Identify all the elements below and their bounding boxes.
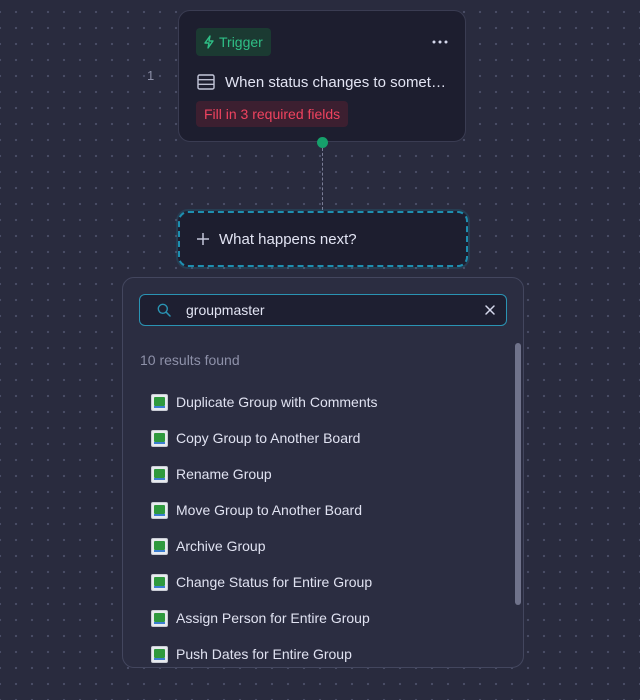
list-item[interactable]: Copy Group to Another Board (151, 420, 491, 456)
plus-icon (197, 233, 209, 245)
step-number: 1 (147, 68, 155, 83)
trigger-badge-label: Trigger (219, 34, 263, 50)
trigger-card[interactable]: Trigger When status changes to something… (178, 10, 466, 142)
result-label: Copy Group to Another Board (176, 430, 361, 446)
groupmaster-app-icon (151, 573, 168, 591)
results-scrollbar[interactable] (515, 343, 521, 605)
table-icon (197, 74, 215, 90)
trigger-badge: Trigger (196, 28, 271, 56)
result-label: Duplicate Group with Comments (176, 394, 378, 410)
trigger-row[interactable]: When status changes to something (197, 71, 447, 93)
result-label: Push Dates for Entire Group (176, 646, 352, 662)
add-next-step-button[interactable]: What happens next? (178, 211, 468, 267)
groupmaster-app-icon (151, 501, 168, 519)
close-icon[interactable] (484, 304, 496, 316)
result-label: Change Status for Entire Group (176, 574, 373, 590)
bolt-icon (204, 35, 214, 49)
trigger-title: When status changes to something (225, 73, 447, 91)
add-next-step-label: What happens next? (219, 230, 357, 248)
groupmaster-app-icon (151, 465, 168, 483)
groupmaster-app-icon (151, 429, 168, 447)
results-list: Duplicate Group with Comments Copy Group… (151, 384, 491, 667)
groupmaster-app-icon (151, 393, 168, 411)
list-item[interactable]: Rename Group (151, 456, 491, 492)
list-item[interactable]: Duplicate Group with Comments (151, 384, 491, 420)
action-search-panel: 10 results found Duplicate Group with Co… (122, 277, 524, 668)
search-input[interactable] (186, 295, 466, 325)
result-label: Rename Group (176, 466, 272, 482)
groupmaster-app-icon (151, 609, 168, 627)
list-item[interactable]: Move Group to Another Board (151, 492, 491, 528)
results-count: 10 results found (140, 352, 240, 368)
connector-dot (317, 137, 328, 148)
search-box[interactable] (139, 294, 507, 326)
list-item[interactable]: Change Status for Entire Group (151, 564, 491, 600)
search-icon (157, 303, 171, 317)
list-item[interactable]: Assign Person for Entire Group (151, 600, 491, 636)
groupmaster-app-icon (151, 537, 168, 555)
result-label: Archive Group (176, 538, 266, 554)
result-label: Assign Person for Entire Group (176, 610, 370, 626)
groupmaster-app-icon (151, 645, 168, 663)
list-item[interactable]: Push Dates for Entire Group (151, 636, 491, 667)
more-horizontal-icon (432, 40, 448, 44)
list-item[interactable]: Archive Group (151, 528, 491, 564)
result-label: Move Group to Another Board (176, 502, 362, 518)
connector-line (322, 148, 323, 210)
more-options-button[interactable] (429, 33, 451, 51)
required-fields-warning: Fill in 3 required fields (196, 101, 349, 127)
